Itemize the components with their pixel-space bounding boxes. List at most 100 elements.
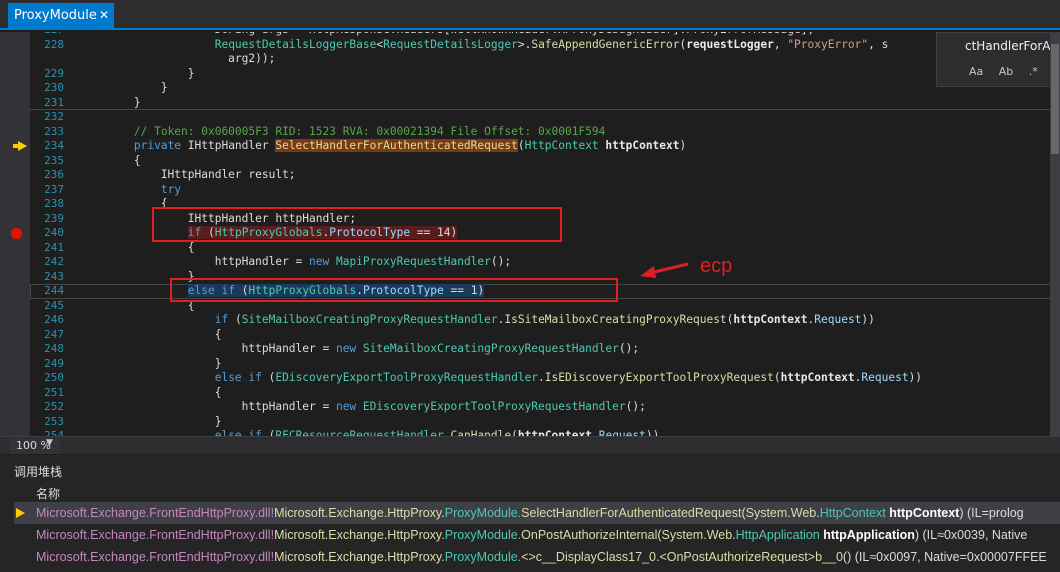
- code-line[interactable]: 249 }: [30, 357, 1060, 372]
- annotation-box-protocol-14: [152, 207, 562, 242]
- code-line[interactable]: 237 try: [30, 183, 1060, 198]
- code-token: RFCResourceRequestHandler: [275, 429, 444, 436]
- frame-argtype-ns: System.Web.: [661, 528, 736, 542]
- line-number: 246: [44, 313, 64, 326]
- code-token: DoPing args = HttpResponse.Headers[WellK…: [215, 32, 814, 36]
- code-line[interactable]: 235 {: [30, 154, 1060, 169]
- code-line[interactable]: 251 {: [30, 386, 1060, 401]
- frame-text: Microsoft.Exchange.FrontEndHttpProxy.dll…: [36, 502, 1024, 524]
- call-stack-row[interactable]: Microsoft.Exchange.FrontEndHttpProxy.dll…: [14, 502, 1060, 524]
- frame-argname: httpContext: [885, 506, 960, 520]
- line-number: 230: [44, 81, 64, 94]
- find-widget[interactable]: ctHandlerForAuth Aa Ab .*: [936, 32, 1060, 87]
- line-number: 248: [44, 342, 64, 355]
- code-token: new: [335, 400, 363, 413]
- document-tab-strip: ProxyModule ✕: [0, 0, 1060, 30]
- frame-ns: Microsoft.Exchange.HttpProxy.: [274, 528, 445, 542]
- breakpoint-icon[interactable]: [11, 228, 22, 239]
- code-token: httpContext: [517, 429, 592, 436]
- code-token: IsEDiscoveryExportToolProxyRequest: [544, 371, 774, 384]
- line-number: 254: [44, 429, 64, 436]
- line-number: 247: [44, 327, 64, 341]
- code-token: ();: [625, 400, 646, 413]
- code-token: .: [443, 429, 451, 436]
- whole-word-toggle[interactable]: Ab: [999, 65, 1014, 78]
- code-line[interactable]: 242 httpHandler = new MapiProxyRequestHa…: [30, 255, 1060, 270]
- call-stack-row[interactable]: Microsoft.Exchange.FrontEndHttpProxy.dll…: [14, 524, 1060, 546]
- code-token: IHttpHandler result;: [80, 168, 296, 181]
- annotation-arrow-icon: [640, 262, 689, 278]
- code-line[interactable]: 250 else if (EDiscoveryExportToolProxyRe…: [30, 371, 1060, 386]
- frame-rest: ) (IL≈0x0039, Native: [914, 528, 1028, 542]
- code-token: ): [679, 139, 687, 152]
- frame-method: SelectHandlerForAuthenticatedRequest: [521, 506, 742, 520]
- panel-title: 调用堆栈: [14, 465, 63, 479]
- code-line[interactable]: 236 IHttpHandler result;: [30, 168, 1060, 183]
- line-number: 240: [44, 226, 64, 239]
- line-number: 253: [44, 414, 64, 428]
- find-input[interactable]: ctHandlerForAuth: [965, 39, 1060, 53]
- line-number: 233: [44, 124, 64, 138]
- code-token: SiteMailboxCreatingProxyRequestHandler: [362, 342, 619, 355]
- code-line[interactable]: arg2));: [30, 52, 1060, 67]
- code-text: private IHttpHandler SelectHandlerForAut…: [80, 139, 686, 154]
- line-number: 228: [44, 37, 64, 51]
- code-token: CanHandle: [450, 429, 512, 436]
- code-line[interactable]: 232: [30, 110, 1060, 125]
- code-line[interactable]: 233 // Token: 0x060005F3 RID: 1523 RVA: …: [30, 125, 1060, 140]
- code-token: {: [80, 385, 222, 399]
- match-case-toggle[interactable]: Aa: [969, 65, 983, 78]
- code-token: SiteMailboxCreatingProxyRequestHandler: [241, 313, 498, 326]
- code-line[interactable]: 248 httpHandler = new SiteMailboxCreatin…: [30, 342, 1060, 357]
- code-token: IHttpHandler: [187, 139, 276, 152]
- line-number: 232: [44, 110, 64, 123]
- code-token: ,: [773, 37, 788, 51]
- frame-module: Microsoft.Exchange.FrontEndHttpProxy.dll…: [36, 528, 275, 542]
- code-line[interactable]: 254 else if (RFCResourceRequestHandler.C…: [30, 429, 1060, 436]
- scrollbar-thumb[interactable]: [1051, 44, 1059, 154]
- code-token: MapiProxyRequestHandler: [335, 255, 491, 268]
- frame-rest: ) (IL=prolog: [959, 506, 1024, 520]
- frame-module: Microsoft.Exchange.FrontEndHttpProxy.dll…: [36, 550, 275, 564]
- close-icon[interactable]: ✕: [99, 3, 109, 28]
- tab-proxymodule[interactable]: ProxyModule ✕: [8, 3, 114, 28]
- code-token: RequestDetailsLogger: [383, 37, 518, 51]
- vertical-scrollbar[interactable]: [1050, 32, 1060, 436]
- line-number: 229: [44, 66, 64, 80]
- code-line[interactable]: 253 }: [30, 415, 1060, 430]
- code-token: }: [80, 414, 222, 428]
- code-token: HttpContext: [524, 139, 606, 152]
- code-line[interactable]: 241 {: [30, 241, 1060, 256]
- regex-toggle[interactable]: .*: [1029, 65, 1038, 78]
- line-number: 235: [44, 153, 64, 167]
- code-line[interactable]: 230 }: [30, 81, 1060, 96]
- code-line[interactable]: 247 {: [30, 328, 1060, 343]
- frame-text: Microsoft.Exchange.FrontEndHttpProxy.dll…: [36, 524, 1027, 546]
- code-line[interactable]: 229 }: [30, 67, 1060, 82]
- code-line[interactable]: 252 httpHandler = new EDiscoveryExportTo…: [30, 400, 1060, 415]
- code-token: Request: [814, 313, 862, 326]
- code-line[interactable]: 234 private IHttpHandler SelectHandlerFo…: [30, 139, 1060, 154]
- column-header-name[interactable]: 名称: [36, 485, 60, 502]
- code-token: ();: [490, 255, 512, 268]
- code-editor[interactable]: 227 DoPing args = HttpResponse.Headers[W…: [0, 32, 1060, 436]
- code-text: if (SiteMailboxCreatingProxyRequestHandl…: [80, 313, 875, 328]
- code-text: RequestDetailsLoggerBase<RequestDetailsL…: [80, 37, 889, 53]
- frame-argname: httpApplication: [819, 528, 915, 542]
- code-line[interactable]: 231 }: [30, 96, 1060, 110]
- code-text: {: [80, 241, 195, 256]
- frame-argtype: HttpContext: [819, 506, 886, 520]
- call-stack-row[interactable]: Microsoft.Exchange.FrontEndHttpProxy.dll…: [14, 546, 1060, 568]
- frame-ns: Microsoft.Exchange.HttpProxy.: [274, 550, 445, 564]
- code-text: else if (EDiscoveryExportToolProxyReques…: [80, 371, 922, 386]
- chevron-down-icon[interactable]: ▼: [46, 438, 53, 448]
- code-token: httpContext: [605, 139, 680, 152]
- code-token: Request: [861, 371, 909, 384]
- code-line[interactable]: 228 RequestDetailsLoggerBase<RequestDeta…: [30, 38, 1060, 53]
- code-token: {: [80, 240, 195, 254]
- code-token: httpHandler =: [80, 400, 336, 413]
- code-token: , s: [868, 37, 889, 51]
- code-line[interactable]: 246 if (SiteMailboxCreatingProxyRequestH…: [30, 313, 1060, 328]
